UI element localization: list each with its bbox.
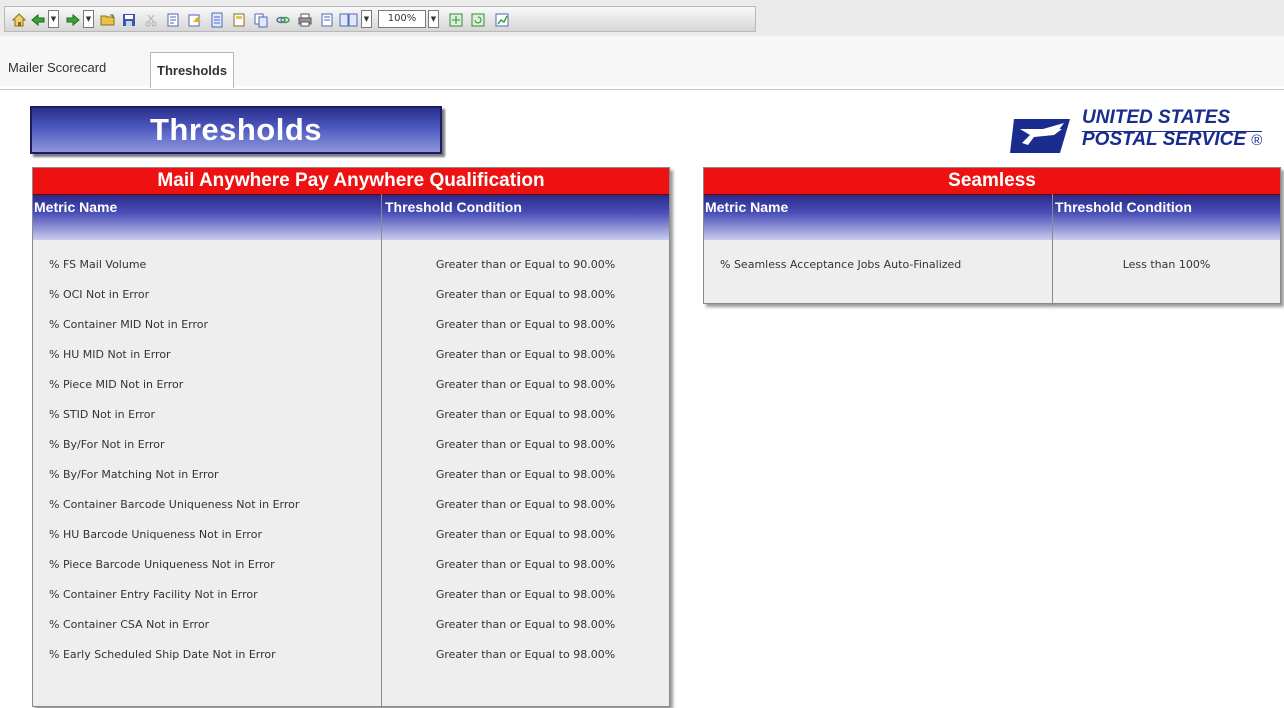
metric-name-cell: % STID Not in Error — [49, 408, 155, 421]
threshold-condition-cell: Greater than or Equal to 98.00% — [435, 498, 616, 511]
table-row: % Piece Barcode Uniqueness Not in Error G… — [33, 553, 669, 577]
layout-dropdown-arrow[interactable]: ▼ — [361, 10, 372, 28]
metric-name-cell: % Container CSA Not in Error — [49, 618, 210, 631]
metric-name-cell: % By/For Matching Not in Error — [49, 468, 219, 481]
table-row: % STID Not in Error Greater than or Equal… — [33, 403, 669, 427]
threshold-condition-cell: Greater than or Equal to 98.00% — [435, 288, 616, 301]
table-row: % Container Entry Facility Not in Error G… — [33, 583, 669, 607]
metric-name-cell: % HU MID Not in Error — [49, 348, 171, 361]
table-row: % FS Mail Volume Greater than or Equal to… — [33, 253, 669, 277]
page-title-banner: Thresholds — [30, 106, 442, 154]
metric-name-cell: % Container MID Not in Error — [49, 318, 209, 331]
metric-name-cell: % Container Entry Facility Not in Error — [49, 588, 258, 601]
forward-dropdown-arrow[interactable]: ▼ — [83, 10, 94, 28]
table-row: % By/For Matching Not in Error Greater th… — [33, 463, 669, 487]
zoom-dropdown-arrow[interactable]: ▼ — [428, 10, 439, 28]
cut-icon[interactable] — [141, 10, 160, 29]
forward-icon[interactable] — [63, 10, 82, 29]
threshold-condition-cell: Less than 100% — [1122, 258, 1211, 271]
table-row: % HU MID Not in Error Greater than or Equ… — [33, 343, 669, 367]
link-icon[interactable] — [273, 10, 292, 29]
save-icon[interactable] — [119, 10, 138, 29]
toolbar: ▼ ▼ ▼ 100% ▼ — [0, 0, 1284, 37]
table-row: % Container MID Not in Error Greater than… — [33, 313, 669, 337]
table-row: % Container Barcode Uniqueness Not in Er… — [33, 493, 669, 517]
threshold-condition-cell: Greater than or Equal to 98.00% — [435, 528, 616, 541]
metric-name-cell: % Piece MID Not in Error — [49, 378, 184, 391]
tab-bar-divider — [0, 89, 1284, 90]
open-folder-icon[interactable] — [98, 10, 117, 29]
page-icon[interactable] — [163, 10, 182, 29]
seamless-panel: Seamless Metric Name Threshold Condition… — [703, 167, 1281, 305]
table-row: % HU Barcode Uniqueness Not in Error Grea… — [33, 523, 669, 547]
zoom-value: 100% — [387, 13, 417, 24]
view-icon[interactable] — [446, 10, 465, 29]
metric-name-header: Metric Name — [34, 199, 118, 215]
logo-line-2: POSTAL SERVICE ® — [1082, 129, 1263, 150]
document-icon[interactable] — [207, 10, 226, 29]
back-dropdown-arrow[interactable]: ▼ — [48, 10, 59, 28]
page-title: Thresholds — [149, 112, 323, 147]
tab-mailer-scorecard[interactable]: Mailer Scorecard — [2, 53, 112, 81]
usps-wordmark: UNITED STATES POSTAL SERVICE ® — [1082, 107, 1262, 152]
seamless-column-header: Metric Name Threshold Condition — [704, 195, 1280, 240]
seamless-metric-name-header: Metric Name — [705, 199, 789, 215]
threshold-condition-cell: Greater than or Equal to 98.00% — [435, 648, 616, 661]
eagle-icon — [1010, 119, 1070, 153]
logo-line-1: UNITED STATES — [1082, 107, 1231, 128]
zoom-select[interactable]: 100% — [378, 10, 426, 28]
seamless-column-separator — [1052, 194, 1053, 305]
mail-anywhere-column-header: Metric Name Threshold Condition — [33, 195, 669, 240]
metric-name-cell: % Seamless Acceptance Jobs Auto-Finalize… — [720, 258, 962, 271]
seamless-title: Seamless — [704, 168, 1280, 195]
print-icon[interactable] — [295, 10, 314, 29]
metric-name-cell: % FS Mail Volume — [49, 258, 147, 271]
copy-icon[interactable] — [251, 10, 270, 29]
logo-divider — [1082, 131, 1262, 132]
report-icon[interactable] — [229, 10, 248, 29]
tab-thresholds[interactable]: Thresholds — [150, 52, 235, 88]
export-icon[interactable] — [185, 10, 204, 29]
threshold-condition-cell: Greater than or Equal to 98.00% — [435, 558, 616, 571]
metric-name-cell: % By/For Not in Error — [49, 438, 165, 451]
threshold-condition-cell: Greater than or Equal to 98.00% — [435, 318, 616, 331]
seamless-threshold-condition-header: Threshold Condition — [1055, 199, 1192, 215]
threshold-condition-cell: Greater than or Equal to 98.00% — [435, 438, 616, 451]
threshold-condition-cell: Greater than or Equal to 98.00% — [435, 588, 616, 601]
metric-name-cell: % OCI Not in Error — [49, 288, 150, 301]
metric-name-cell: % HU Barcode Uniqueness Not in Error — [49, 528, 262, 541]
back-icon[interactable] — [28, 10, 47, 29]
table-row: % OCI Not in Error Greater than or Equal … — [33, 283, 669, 307]
threshold-condition-cell: Greater than or Equal to 98.00% — [435, 408, 616, 421]
table-row: % Seamless Acceptance Jobs Auto-Finalize… — [704, 253, 1280, 277]
home-icon[interactable] — [9, 10, 28, 29]
registered-mark: ® — [1251, 132, 1263, 149]
page-setup-icon[interactable] — [317, 10, 336, 29]
metric-name-cell: % Container Barcode Uniqueness Not in Er… — [49, 498, 300, 511]
table-row: % Piece MID Not in Error Greater than or … — [33, 373, 669, 397]
mail-anywhere-title: Mail Anywhere Pay Anywhere Qualification — [33, 168, 669, 195]
mail-anywhere-panel: Mail Anywhere Pay Anywhere Qualification… — [32, 167, 670, 708]
layout-icon[interactable] — [337, 10, 361, 29]
table-row: % By/For Not in Error Greater than or Equ… — [33, 433, 669, 457]
refresh-icon[interactable] — [468, 10, 487, 29]
threshold-condition-cell: Greater than or Equal to 90.00% — [435, 258, 616, 271]
metric-name-cell: % Piece Barcode Uniqueness Not in Error — [49, 558, 275, 571]
threshold-condition-cell: Greater than or Equal to 98.00% — [435, 618, 616, 631]
threshold-condition-cell: Greater than or Equal to 98.00% — [435, 378, 616, 391]
threshold-condition-cell: Greater than or Equal to 98.00% — [435, 468, 616, 481]
table-row: % Container CSA Not in Error Greater than… — [33, 613, 669, 637]
usps-logo: UNITED STATES POSTAL SERVICE ® — [1010, 107, 1280, 159]
chart-icon[interactable] — [492, 10, 511, 29]
metric-name-cell: % Early Scheduled Ship Date Not in Error — [49, 648, 276, 661]
table-row: % Early Scheduled Ship Date Not in Error… — [33, 643, 669, 667]
threshold-condition-header: Threshold Condition — [385, 199, 522, 215]
threshold-condition-cell: Greater than or Equal to 98.00% — [435, 348, 616, 361]
